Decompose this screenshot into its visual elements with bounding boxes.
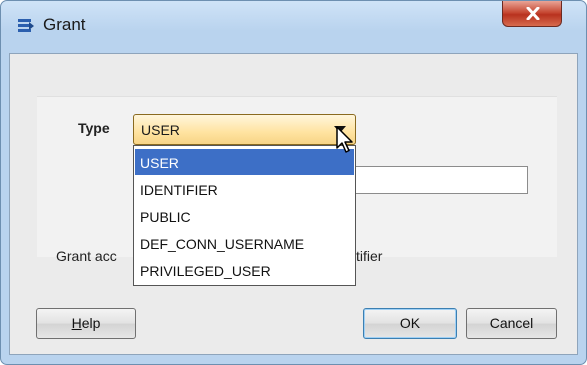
- window-title: Grant: [43, 15, 86, 34]
- grant-list-icon: [17, 17, 35, 35]
- title-bar[interactable]: Grant: [1, 1, 586, 56]
- type-combobox-value: USER: [141, 122, 180, 138]
- close-icon: [526, 7, 540, 20]
- dropdown-option-public[interactable]: PUBLIC: [135, 203, 354, 229]
- grant-access-label-right: tifier: [356, 248, 383, 264]
- identifier-field[interactable]: [353, 166, 528, 194]
- help-mnemonic: H: [71, 315, 82, 331]
- grant-access-label-left: Grant acc: [56, 248, 117, 264]
- type-dropdown-list: USER IDENTIFIER PUBLIC DEF_CONN_USERNAME…: [133, 145, 356, 286]
- dropdown-option-user[interactable]: USER: [135, 149, 354, 175]
- ok-button[interactable]: OK: [363, 308, 457, 339]
- help-label: elp: [81, 315, 101, 331]
- type-combobox[interactable]: USER: [133, 114, 356, 145]
- help-button[interactable]: Help: [36, 308, 136, 339]
- mouse-pointer-icon: [336, 126, 353, 153]
- dropdown-option-privileged-user[interactable]: PRIVILEGED_USER: [135, 257, 354, 283]
- dropdown-option-identifier[interactable]: IDENTIFIER: [135, 176, 354, 202]
- close-button[interactable]: [502, 1, 562, 27]
- type-label: Type: [78, 120, 110, 136]
- dropdown-option-def-conn-username[interactable]: DEF_CONN_USERNAME: [135, 230, 354, 256]
- cancel-button[interactable]: Cancel: [466, 308, 557, 339]
